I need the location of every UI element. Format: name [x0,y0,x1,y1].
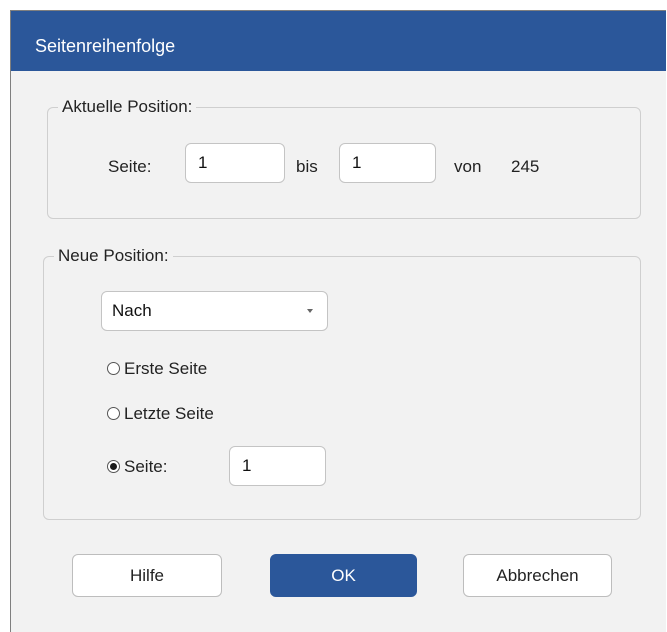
radio-unselected-icon[interactable] [107,362,120,375]
radio-unselected-icon[interactable] [107,407,120,420]
current-page-label: Seite: [108,157,152,176]
cancel-button[interactable]: Abbrechen [463,554,612,597]
chevron-down-icon [307,309,313,313]
help-button[interactable]: Hilfe [72,554,222,597]
radio-selected-icon[interactable] [107,460,120,473]
to-label: bis [296,157,318,176]
new-position-group: Neue Position: [43,246,641,520]
current-position-legend: Aktuelle Position: [62,97,193,116]
to-page-input[interactable] [339,143,436,183]
radio-last-page-label[interactable]: Letzte Seite [124,404,214,424]
total-pages-value: 245 [511,157,540,176]
title-bar: Seitenreihenfolge [11,11,666,71]
radio-first-page-label[interactable]: Erste Seite [124,359,207,379]
ok-button[interactable]: OK [270,554,417,597]
placement-dropdown[interactable]: Nach [101,291,328,331]
radio-page-label[interactable]: Seite: [124,457,167,477]
radio-dot [110,463,117,470]
new-position-legend: Neue Position: [58,246,169,265]
page-order-dialog: Seitenreihenfolge Aktuelle Position: Sei… [10,10,666,632]
placement-selected-value: Nach [112,301,152,320]
new-page-input[interactable] [229,446,326,486]
dialog-title: Seitenreihenfolge [35,36,176,56]
of-label: von [454,157,482,176]
from-page-input[interactable] [185,143,285,183]
